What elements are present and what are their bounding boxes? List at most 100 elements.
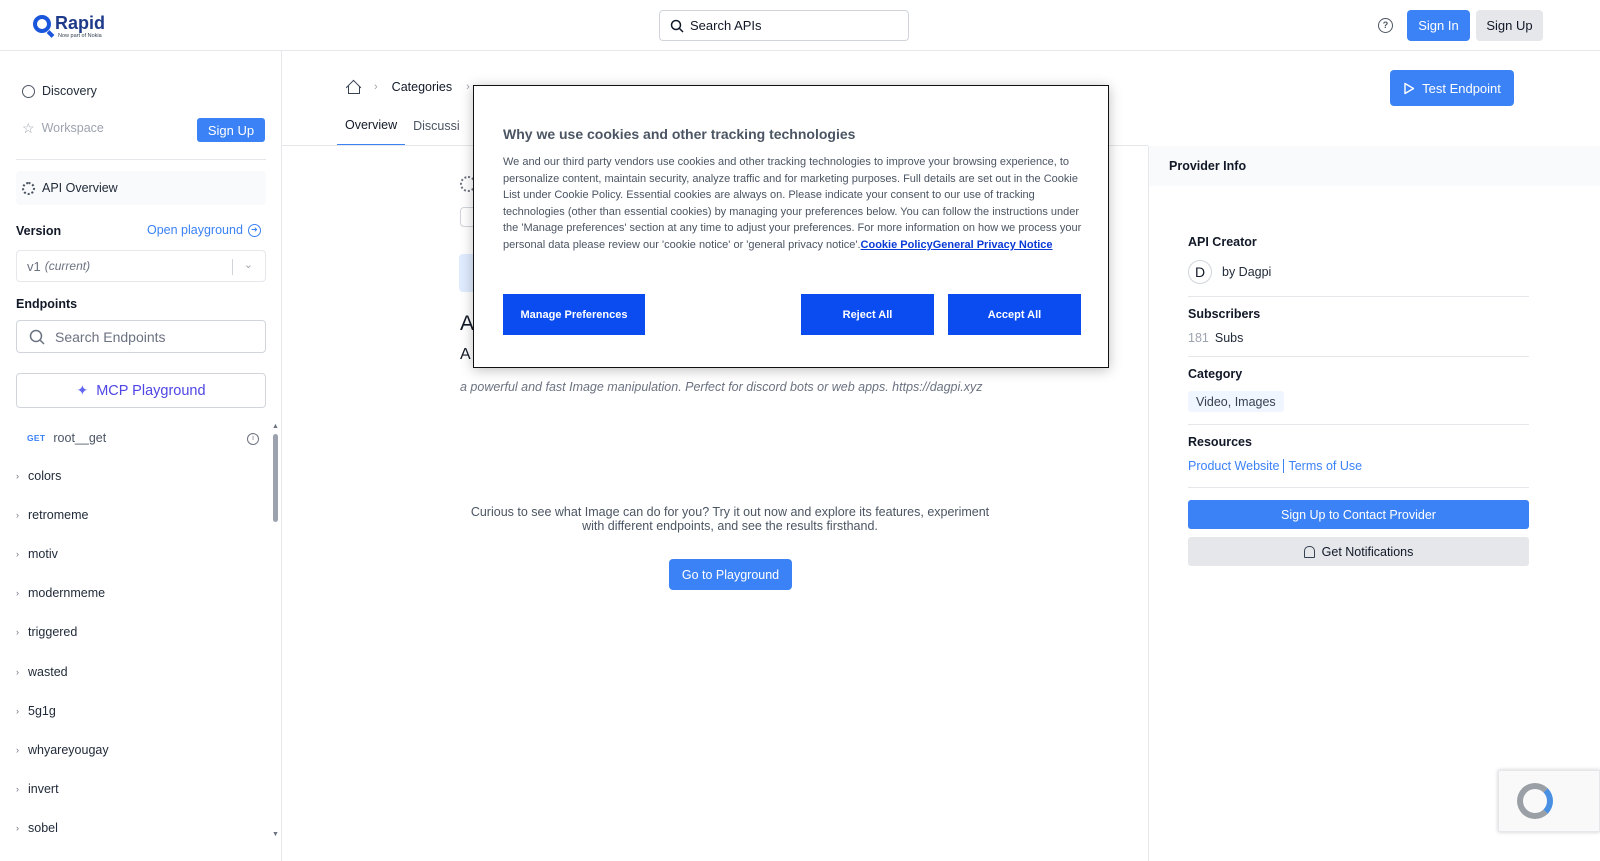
star-icon: ☆ bbox=[22, 119, 35, 136]
endpoint-group-list: › colors › retromeme › motiv › modernmeme › t… bbox=[16, 456, 266, 848]
endpoint-group[interactable]: › modernmeme bbox=[16, 574, 266, 613]
method-badge: GET bbox=[27, 433, 46, 443]
mcp-playground-label: MCP Playground bbox=[96, 382, 206, 399]
provider-info-header: Provider Info bbox=[1149, 146, 1600, 186]
cookie-policy-link[interactable]: Cookie Policy bbox=[861, 239, 933, 251]
chevron-right-icon: › bbox=[16, 470, 19, 481]
curious-text: Curious to see what Image can do for you… bbox=[470, 505, 990, 533]
chevron-right-icon: › bbox=[16, 627, 19, 638]
endpoint-root-get[interactable]: GET root__get i bbox=[27, 431, 259, 445]
reject-all-button[interactable]: Reject All bbox=[801, 294, 934, 335]
scroll-down-arrow[interactable]: ▼ bbox=[272, 831, 279, 838]
breadcrumb: › Categories › bbox=[346, 80, 470, 94]
sidebar-item-workspace[interactable]: ☆ Workspace bbox=[22, 119, 104, 136]
cookie-consent-dialog: Why we use cookies and other tracking te… bbox=[473, 85, 1109, 368]
endpoint-group[interactable]: › colors bbox=[16, 456, 266, 495]
endpoint-group-label: sobel bbox=[28, 821, 58, 836]
scroll-up-arrow[interactable]: ▲ bbox=[272, 423, 279, 430]
test-endpoint-button[interactable]: Test Endpoint bbox=[1390, 70, 1514, 106]
mcp-playground-button[interactable]: ✦ MCP Playground bbox=[16, 373, 266, 408]
endpoint-group[interactable]: › sobel bbox=[16, 809, 266, 848]
recaptcha-badge[interactable] bbox=[1498, 770, 1600, 832]
api-overview-label: API Overview bbox=[42, 181, 118, 195]
search-endpoints-input[interactable]: Search Endpoints bbox=[16, 320, 266, 353]
home-icon[interactable] bbox=[346, 80, 360, 94]
search-endpoints-placeholder: Search Endpoints bbox=[55, 328, 166, 345]
endpoint-group-label: whyareyougay bbox=[28, 742, 109, 757]
gear-icon bbox=[22, 181, 35, 195]
subscribers-unit: Subs bbox=[1214, 331, 1244, 345]
breadcrumb-categories[interactable]: Categories bbox=[392, 80, 452, 94]
product-website-link[interactable]: Product Website bbox=[1188, 459, 1279, 473]
endpoint-name: root__get bbox=[53, 431, 107, 445]
avatar: D bbox=[1188, 260, 1212, 284]
version-select[interactable]: v1 (current) ⌄ bbox=[16, 250, 266, 282]
cookie-body-text: We and our third party vendors use cooki… bbox=[503, 156, 1082, 251]
category-label: Category bbox=[1188, 367, 1243, 381]
top-header: Rapid Now part of Nokia Search APIs ? Si… bbox=[0, 0, 1600, 51]
endpoints-label: Endpoints bbox=[16, 297, 78, 311]
terms-of-use-link[interactable]: Terms of Use bbox=[1288, 459, 1362, 473]
search-apis-placeholder: Search APIs bbox=[690, 18, 762, 33]
endpoint-group-label: invert bbox=[28, 782, 59, 797]
logo-subtitle: Now part of Nokia bbox=[58, 33, 102, 39]
main-tabs: Overview Discussi bbox=[337, 106, 468, 146]
get-notifications-button[interactable]: Get Notifications bbox=[1188, 537, 1529, 566]
chevron-right-icon: › bbox=[16, 666, 19, 677]
sidebar-item-api-overview[interactable]: API Overview bbox=[16, 171, 266, 205]
test-endpoint-label: Test Endpoint bbox=[1422, 80, 1501, 96]
open-playground-label: Open playground bbox=[147, 223, 243, 237]
subscribers-label: Subscribers bbox=[1188, 307, 1261, 321]
endpoint-group[interactable]: › triggered bbox=[16, 613, 266, 652]
discovery-label: Discovery bbox=[42, 84, 97, 98]
info-icon[interactable]: i bbox=[247, 433, 259, 445]
sign-up-button[interactable]: Sign Up bbox=[1476, 10, 1543, 41]
contact-provider-button[interactable]: Sign Up to Contact Provider bbox=[1188, 500, 1529, 529]
accept-all-button[interactable]: Accept All bbox=[948, 294, 1081, 335]
chevron-right-icon: › bbox=[16, 548, 19, 559]
sidebar-item-discovery[interactable]: Discovery bbox=[22, 84, 97, 98]
endpoint-group[interactable]: › whyareyougay bbox=[16, 730, 266, 769]
endpoint-group[interactable]: › retromeme bbox=[16, 495, 266, 534]
sidebar-divider bbox=[16, 159, 266, 160]
workspace-label: Workspace bbox=[41, 121, 104, 135]
api-subtitle: A bbox=[460, 346, 471, 363]
go-to-playground-button[interactable]: Go to Playground bbox=[669, 559, 792, 590]
sign-in-button[interactable]: Sign In bbox=[1407, 10, 1470, 41]
provider-divider bbox=[1188, 424, 1529, 425]
recaptcha-icon bbox=[1517, 783, 1553, 819]
version-note: (current) bbox=[44, 259, 91, 273]
endpoint-group-label: modernmeme bbox=[28, 586, 106, 601]
endpoint-group-label: triggered bbox=[28, 625, 78, 640]
search-apis-input[interactable]: Search APIs bbox=[659, 10, 909, 41]
open-playground-link[interactable]: Open playground ➜ bbox=[147, 223, 261, 237]
endpoint-group[interactable]: › wasted bbox=[16, 652, 266, 691]
sparkle-icon: ✦ bbox=[76, 382, 89, 398]
help-icon[interactable]: ? bbox=[1378, 18, 1393, 33]
endpoint-group-label: colors bbox=[28, 468, 62, 483]
tab-discussions[interactable]: Discussi bbox=[405, 106, 468, 146]
api-creator[interactable]: D by Dagpi bbox=[1188, 260, 1271, 284]
privacy-notice-link[interactable]: General Privacy Notice bbox=[933, 239, 1053, 251]
sidebar-scrollbar[interactable] bbox=[273, 434, 278, 522]
resources-links: Product Website Terms of Use bbox=[1188, 459, 1362, 473]
logo-word: Rapid bbox=[55, 13, 106, 33]
sidebar-sign-up-button[interactable]: Sign Up bbox=[197, 118, 265, 142]
endpoint-group-label: retromeme bbox=[28, 507, 89, 522]
chevron-right-icon: › bbox=[16, 705, 19, 716]
version-label: Version bbox=[16, 224, 62, 238]
chevron-right-icon: › bbox=[374, 81, 378, 93]
category-badge[interactable]: Video, Images bbox=[1188, 391, 1284, 412]
endpoint-group-label: motiv bbox=[28, 546, 58, 561]
endpoint-group[interactable]: › 5g1g bbox=[16, 691, 266, 730]
endpoint-group[interactable]: › invert bbox=[16, 770, 266, 809]
provider-info-panel: Provider Info API Creator D by Dagpi Sub… bbox=[1148, 146, 1600, 861]
manage-preferences-button[interactable]: Manage Preferences bbox=[503, 294, 645, 335]
rapid-logo[interactable]: Rapid Now part of Nokia bbox=[33, 13, 105, 40]
chevron-right-icon: › bbox=[16, 823, 19, 834]
provider-divider bbox=[1188, 296, 1529, 297]
endpoint-group[interactable]: › motiv bbox=[16, 534, 266, 573]
tab-overview[interactable]: Overview bbox=[337, 106, 406, 146]
cookie-body: We and our third party vendors use cooki… bbox=[503, 154, 1083, 254]
link-separator bbox=[1283, 459, 1285, 473]
